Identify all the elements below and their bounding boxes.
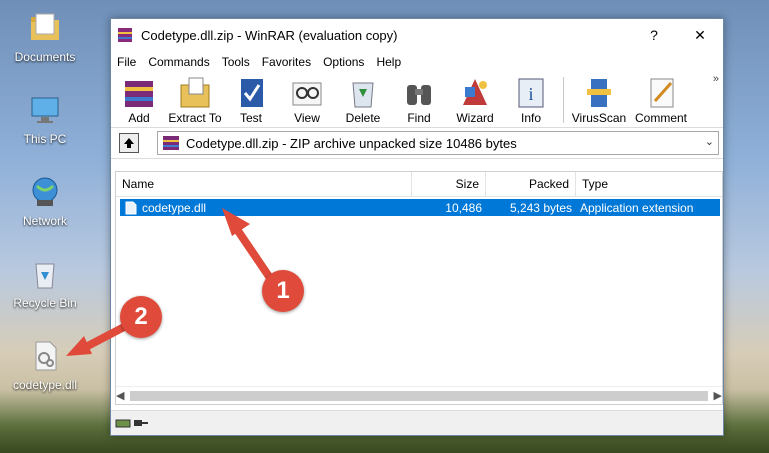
info-label: Info	[520, 111, 541, 125]
wizard-button[interactable]: Wizard	[447, 73, 503, 125]
help-button[interactable]: ?	[631, 19, 677, 51]
view-label: View	[294, 111, 320, 125]
extract-to-button[interactable]: Extract To	[167, 73, 223, 125]
archive-icon	[163, 136, 179, 150]
column-name[interactable]: Name	[116, 172, 412, 196]
delete-button[interactable]: Delete	[335, 73, 391, 125]
file-list: Name Size Packed Type codetype.dll 10,48…	[115, 171, 723, 405]
wizard-icon	[463, 79, 487, 105]
archive-books-icon	[125, 81, 153, 107]
scroll-left-icon[interactable]: ◀	[116, 389, 124, 402]
folder-extract-icon	[180, 77, 210, 108]
column-size[interactable]: Size	[412, 172, 486, 196]
window-title: Codetype.dll.zip - WinRAR (evaluation co…	[141, 27, 398, 43]
file-size: 10,486	[445, 200, 482, 215]
comment-label: Comment	[634, 111, 687, 125]
test-button[interactable]: Test	[223, 73, 279, 125]
dll-file-icon	[125, 201, 137, 214]
scroll-right-icon[interactable]: ▶	[714, 389, 722, 402]
winrar-icon	[118, 28, 132, 42]
recycle-bin-icon	[27, 256, 63, 292]
file-list-header: Name Size Packed Type	[116, 172, 722, 197]
archive-path-text: Codetype.dll.zip - ZIP archive unpacked …	[186, 135, 517, 151]
svg-text:i: i	[528, 84, 533, 104]
wizard-label: Wizard	[456, 111, 494, 125]
computer-icon	[27, 92, 63, 128]
annotation-badge-1: 1	[262, 270, 304, 312]
network-icon	[27, 174, 63, 210]
desktop-icon-this-pc[interactable]: This PC	[0, 92, 90, 146]
info-button[interactable]: i Info	[503, 73, 559, 125]
desktop-icon-codetype-dll[interactable]: codetype.dll	[0, 338, 90, 392]
virusscan-icon	[587, 79, 611, 107]
table-row[interactable]: codetype.dll 10,486 5,243 bytes Applicat…	[120, 199, 720, 216]
file-packed: 5,243 bytes	[509, 200, 572, 215]
folder-icon	[27, 10, 63, 46]
annotation-badge-2: 2	[120, 296, 162, 338]
glasses-book-icon	[292, 82, 322, 106]
desktop-icon-label: codetype.dll	[12, 378, 78, 392]
desktop-icon-label: This PC	[23, 132, 67, 146]
toolbar-separator	[563, 77, 564, 123]
up-folder-button[interactable]	[119, 133, 139, 153]
file-name: codetype.dll	[142, 200, 207, 215]
comment-icon	[650, 78, 674, 108]
find-label: Find	[407, 111, 431, 125]
menu-tools[interactable]: Tools	[216, 55, 256, 69]
view-button[interactable]: View	[279, 73, 335, 125]
test-label: Test	[239, 111, 262, 125]
menu-help[interactable]: Help	[370, 55, 407, 69]
checklist-icon	[241, 79, 263, 107]
virusscan-button[interactable]: VirusScan	[568, 73, 630, 125]
binoculars-icon	[407, 85, 431, 105]
annotation-number-1: 1	[276, 277, 290, 304]
menu-options[interactable]: Options	[317, 55, 370, 69]
title-bar[interactable]: Codetype.dll.zip - WinRAR (evaluation co…	[111, 19, 723, 51]
column-type[interactable]: Type	[576, 172, 720, 196]
menu-bar: File Commands Tools Favorites Options He…	[111, 51, 723, 73]
annotation-number-2: 2	[134, 303, 148, 330]
close-button[interactable]: ✕	[677, 19, 723, 51]
desktop-icon-documents[interactable]: Documents	[0, 10, 90, 64]
toolbar: Add Extract To Test View Delete Find Wiz…	[111, 73, 723, 128]
drive-icon	[115, 419, 131, 428]
file-type: Application extension	[580, 200, 694, 215]
info-icon: i	[518, 78, 544, 108]
address-bar: Codetype.dll.zip - ZIP archive unpacked …	[111, 128, 723, 159]
menu-favorites[interactable]: Favorites	[256, 55, 317, 69]
arrow-up-icon	[124, 138, 134, 148]
desktop-icon-recycle-bin[interactable]: Recycle Bin	[0, 256, 90, 310]
winrar-window: Codetype.dll.zip - WinRAR (evaluation co…	[110, 18, 724, 436]
key-icon	[134, 420, 148, 426]
add-label: Add	[128, 111, 150, 125]
dll-file-icon	[27, 338, 63, 374]
virusscan-label: VirusScan	[571, 111, 627, 125]
menu-file[interactable]: File	[111, 55, 142, 69]
desktop-icon-network[interactable]: Network	[0, 174, 90, 228]
delete-label: Delete	[345, 111, 381, 125]
horizontal-scrollbar[interactable]: ◀ ▶	[116, 386, 722, 404]
extract-to-label: Extract To	[168, 111, 222, 125]
chevron-down-icon[interactable]: ⌄	[705, 135, 714, 148]
recycle-icon	[352, 82, 374, 108]
desktop-icon-label: Documents	[14, 50, 76, 64]
status-bar	[111, 410, 723, 435]
find-button[interactable]: Find	[391, 73, 447, 125]
comment-button[interactable]: Comment	[630, 73, 692, 125]
column-packed[interactable]: Packed	[486, 172, 576, 196]
menu-commands[interactable]: Commands	[142, 55, 215, 69]
desktop-icon-label: Recycle Bin	[13, 296, 77, 310]
scrollbar-thumb[interactable]	[130, 390, 708, 401]
add-button[interactable]: Add	[111, 73, 167, 125]
desktop-icon-label: Network	[22, 214, 67, 228]
archive-path-combo[interactable]: Codetype.dll.zip - ZIP archive unpacked …	[157, 131, 719, 155]
toolbar-more-chevron[interactable]: »	[713, 73, 719, 85]
